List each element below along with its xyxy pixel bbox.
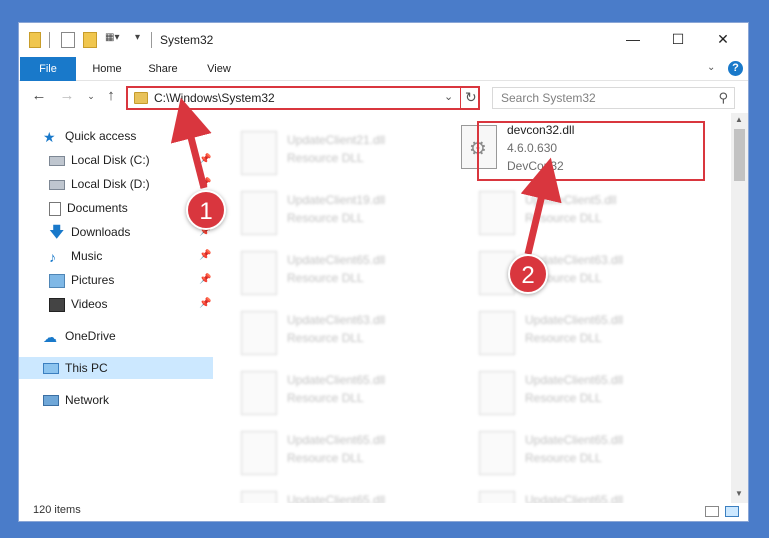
callout-badge-1: 1 bbox=[186, 190, 226, 230]
callout-arrow-2 bbox=[520, 157, 562, 255]
callout-arrow-1 bbox=[170, 97, 212, 189]
callout-arrows bbox=[170, 97, 562, 255]
callout-badge-2: 2 bbox=[508, 254, 548, 294]
